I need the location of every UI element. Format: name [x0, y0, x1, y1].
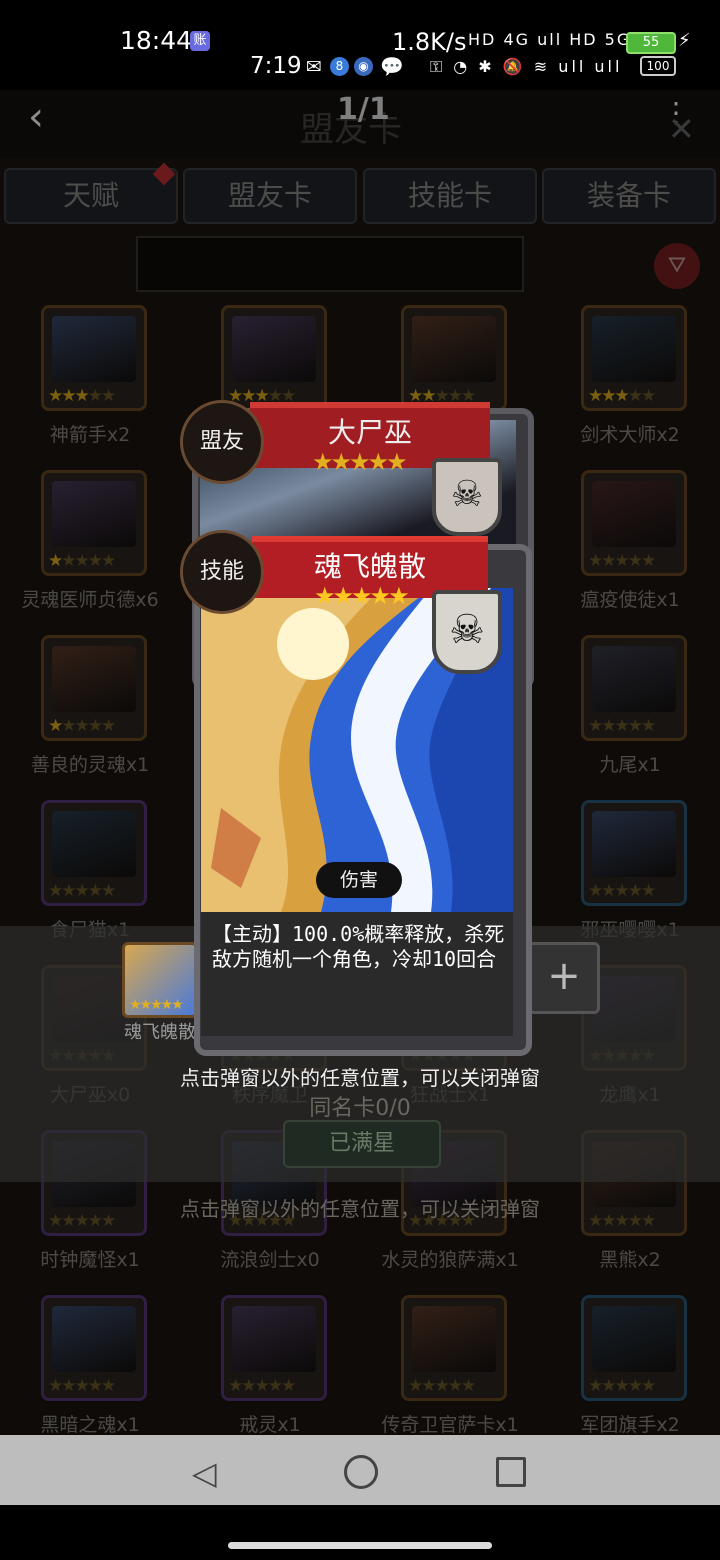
- ally-card-stars: ★★★★★: [312, 448, 408, 476]
- globe-icon: ◉: [354, 57, 373, 76]
- ally-badge: 盟友: [180, 400, 264, 484]
- system-icons: ⚿ ◔ ✱ 🔕 ≋ ull ull: [430, 57, 623, 76]
- skill-badge: 技能: [180, 530, 264, 614]
- close-hint: 点击弹窗以外的任意位置，可以关闭弹窗: [180, 1066, 540, 1090]
- battery-icon-secondary: 100: [640, 56, 676, 76]
- gesture-area: [0, 1505, 720, 1560]
- chat-icon: 💬: [380, 56, 404, 78]
- gesture-pill[interactable]: [228, 1542, 492, 1549]
- notification-icon: 账: [190, 31, 210, 51]
- full-star-button[interactable]: 已满星: [283, 1120, 441, 1168]
- status-time-secondary: 7:19: [250, 53, 302, 79]
- mail-icon: ✉: [306, 56, 322, 78]
- app-icon-8: 8: [330, 57, 349, 76]
- skill-description: 【主动】100.0%概率释放，杀死敌方随机一个角色，冷却10回合: [212, 922, 505, 971]
- skill-card-stars: ★★★★★: [314, 582, 410, 610]
- nav-home-icon[interactable]: [344, 1455, 378, 1489]
- skull-icon: ☠: [432, 458, 502, 536]
- charging-icon: ⚡: [678, 30, 691, 51]
- close-hint-background: 点击弹窗以外的任意位置，可以关闭弹窗: [180, 1197, 540, 1221]
- add-button[interactable]: +: [528, 942, 600, 1014]
- network-speed: 1.8K/s: [392, 28, 467, 56]
- skill-thumbnail[interactable]: ★★★★★: [122, 942, 198, 1018]
- nav-recents-icon[interactable]: [496, 1457, 526, 1487]
- nav-back-icon[interactable]: ◁: [192, 1454, 217, 1492]
- same-name-count: 同名卡0/0: [309, 1096, 411, 1121]
- status-bar: 18:44 账 7:19 ✉ 8 ◉ 💬 1.8K/s HD 4G ull HD…: [0, 0, 720, 90]
- game-screen: 盟友卡 1/1 ‹ ⋮ ✕ 天赋 盟友卡 技能卡 装备卡 ⛛ ★★★★★ 神箭手x…: [0, 90, 720, 1435]
- damage-tag: 伤害: [316, 862, 402, 898]
- status-time: 18:44: [120, 26, 193, 55]
- skull-crossbones-icon: ☠: [432, 590, 502, 674]
- battery-icon: 55: [626, 32, 676, 54]
